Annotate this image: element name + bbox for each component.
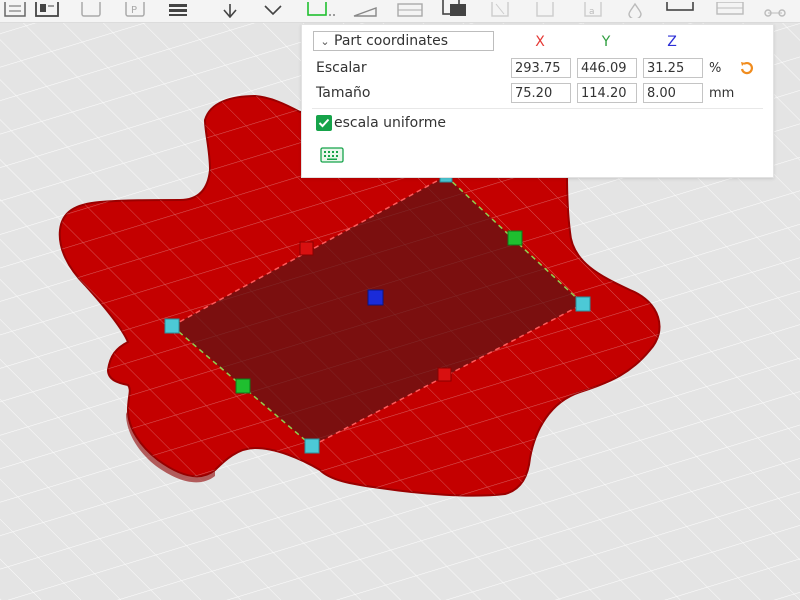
seam-icon[interactable] (530, 0, 560, 18)
reset-arrow-icon[interactable] (739, 60, 755, 76)
top-toolbar: P a (0, 0, 800, 23)
scale-z-input[interactable] (643, 58, 703, 78)
corner-handle-bottom[interactable] (304, 438, 320, 454)
scale-unit: % (709, 61, 722, 76)
slope-icon[interactable] (350, 0, 380, 18)
axis-header-x: X (535, 34, 545, 50)
move-icon[interactable] (215, 0, 245, 18)
object-list-icon[interactable] (0, 0, 30, 18)
layout-icon[interactable] (32, 0, 62, 18)
y-scale-handle-right[interactable] (507, 230, 523, 246)
corner-handle-right[interactable] (575, 296, 591, 312)
plane-icon[interactable] (395, 0, 425, 18)
placeholder-icon[interactable]: P (120, 0, 150, 18)
support-paint-icon[interactable] (485, 0, 515, 18)
scale-y-input[interactable] (577, 58, 637, 78)
uniform-scale-label: escala uniforme (334, 115, 446, 131)
scale-icon[interactable] (305, 0, 335, 18)
keyboard-icon[interactable] (320, 147, 344, 163)
size-y-input[interactable] (577, 83, 637, 103)
color-paint-icon[interactable] (665, 0, 695, 18)
z-scale-handle-center[interactable] (367, 289, 384, 306)
axis-header-y: Y (601, 34, 611, 50)
cut-icon[interactable] (76, 0, 106, 18)
scale-panel: ⌄ Part coordinates X Y Z Escalar % Tamañ… (301, 24, 774, 178)
scale-x-input[interactable] (511, 58, 571, 78)
size-unit: mm (709, 86, 735, 101)
corner-handle-left[interactable] (164, 318, 180, 334)
svg-text:a: a (589, 7, 595, 17)
size-row-label: Tamaño (316, 85, 371, 101)
axis-header-z: Z (667, 34, 677, 50)
checkbox-checked-icon[interactable] (316, 115, 332, 131)
coordinate-system-value: Part coordinates (334, 33, 449, 49)
y-scale-handle-left[interactable] (235, 378, 251, 394)
size-z-input[interactable] (643, 83, 703, 103)
x-scale-handle-top[interactable] (299, 241, 314, 256)
scale-row-label: Escalar (316, 60, 367, 76)
layers-icon[interactable] (163, 0, 193, 18)
assembly-icon[interactable] (715, 0, 745, 18)
coordinate-system-dropdown[interactable]: ⌄ Part coordinates (313, 31, 494, 51)
uniform-scale-checkbox[interactable]: escala uniforme (316, 115, 446, 131)
x-scale-handle-bottom[interactable] (437, 367, 452, 382)
chevron-down-icon: ⌄ (320, 34, 330, 48)
split-icon[interactable] (440, 0, 470, 18)
text-icon[interactable] (620, 0, 650, 18)
camera-icon[interactable] (760, 0, 790, 18)
size-x-input[interactable] (511, 83, 571, 103)
svg-text:P: P (131, 5, 137, 16)
rotate-icon[interactable] (258, 0, 288, 18)
panel-divider (312, 108, 763, 109)
measure-icon[interactable]: a (578, 0, 608, 18)
